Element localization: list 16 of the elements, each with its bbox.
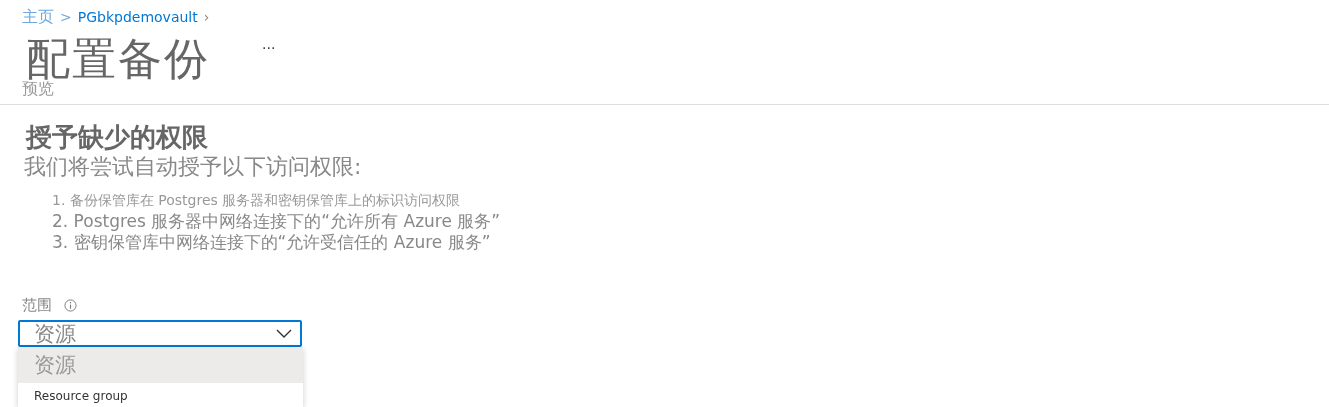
info-icon	[64, 298, 77, 312]
breadcrumb-link[interactable]: 主页	[22, 6, 54, 28]
breadcrumb-separator: ›	[203, 9, 210, 25]
dropdown-option[interactable]: 资源	[18, 347, 303, 383]
permission-item: 1. 备份保管库在 Postgres 服务器和密钥保管库上的标识访问权限	[52, 191, 462, 210]
scope-label: 范围	[22, 295, 52, 315]
chevron-down-icon	[276, 328, 292, 339]
breadcrumb-separator: >	[60, 9, 72, 25]
permission-item: 2. Postgres 服务器中网络连接下的“允许所有 Azure 服务”	[52, 211, 502, 232]
permission-item: 3. 密钥保管库中网络连接下的“允许受信任的 Azure 服务”	[52, 232, 492, 253]
section-heading: 授予缺少的权限	[26, 121, 209, 153]
scope-dropdown[interactable]: 资源	[18, 320, 302, 347]
intro-text: 我们将尝试自动授予以下访问权限:	[24, 153, 363, 181]
more-button[interactable]: ...	[262, 36, 276, 52]
breadcrumb-link[interactable]: PGbkpdemovault	[77, 9, 198, 25]
dropdown-option[interactable]: Resource group	[18, 383, 303, 403]
